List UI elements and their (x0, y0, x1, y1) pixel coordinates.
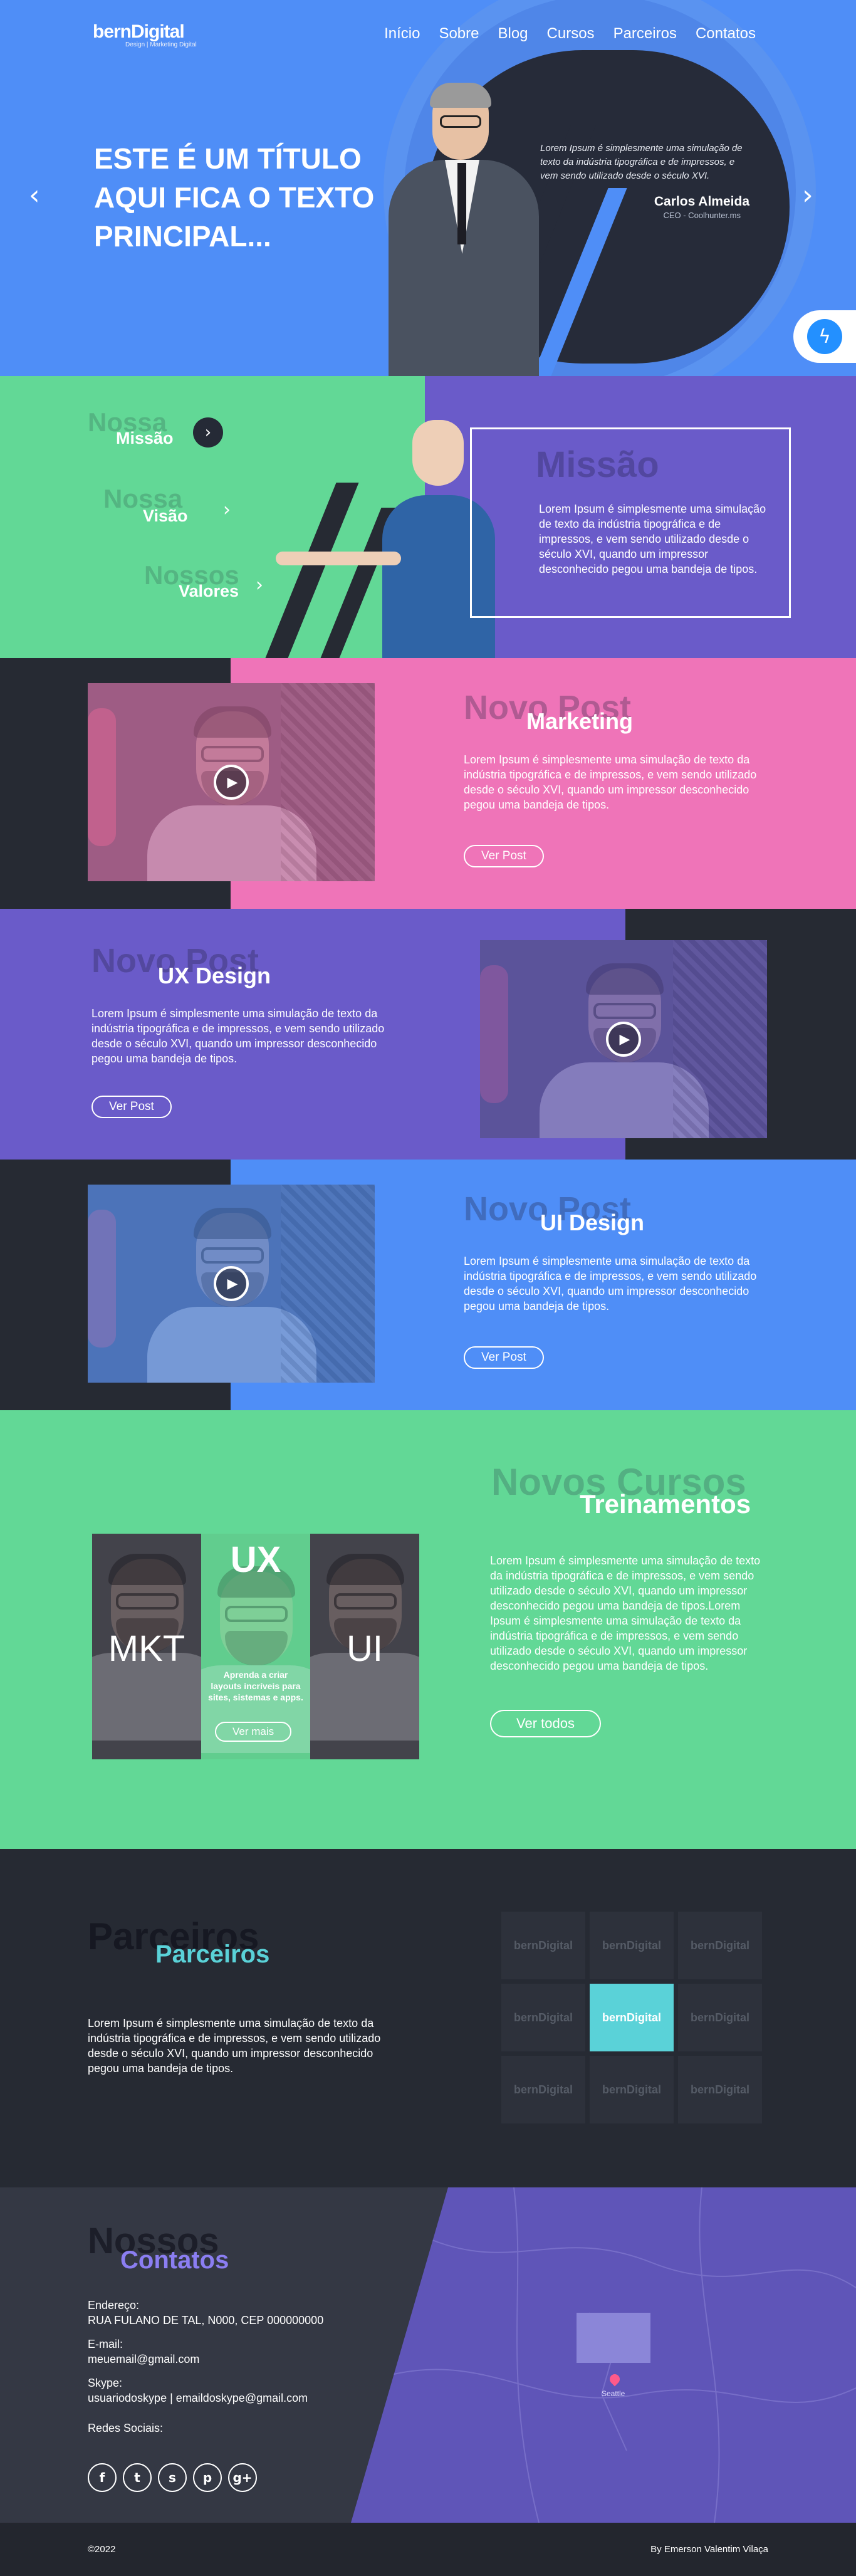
course-card-ui[interactable]: UI (310, 1534, 419, 1759)
post-text: Lorem Ipsum é simplesmente uma simulação… (464, 753, 757, 811)
chevron-right-icon[interactable]: › (256, 574, 263, 596)
chevron-left-icon[interactable]: ‹ (29, 179, 40, 211)
partners-title: Parceiros (155, 1940, 270, 1968)
map-info-card (577, 2313, 650, 2363)
messenger-button[interactable]: ϟ (793, 310, 856, 363)
course-card-ux[interactable]: UX Aprenda a criar layouts incríveis par… (201, 1534, 310, 1759)
address-value: RUA FULANO DE TAL, N000, CEP 000000000 (88, 2314, 324, 2327)
footer-copyright: ©2022 (88, 2544, 116, 2555)
post-text: Lorem Ipsum é simplesmente uma simulação… (464, 1255, 757, 1312)
post-video[interactable]: ▶ (88, 683, 375, 881)
logo-text: bernDigital (93, 21, 185, 42)
mission-section: Nossa Missão › Nossa Visão › Nossos Valo… (0, 376, 856, 658)
ver-mais-button[interactable]: Ver mais (215, 1722, 292, 1742)
hero-section: bernDigital Design | Marketing Digital I… (0, 0, 856, 376)
partner-logo-active[interactable]: bernDigital (590, 1984, 674, 2051)
hero-person-image (389, 83, 545, 376)
map-city-label: Seattle (602, 2389, 625, 2398)
partner-logo[interactable]: bernDigital (678, 1984, 762, 2051)
mission-item-missao[interactable]: Missão (116, 429, 174, 448)
nav-link-cursos[interactable]: Cursos (547, 25, 595, 43)
contact-section: Seattle Nossos Contatos Endereço: RUA FU… (0, 2187, 856, 2523)
share-icon[interactable]: s (158, 2463, 187, 2492)
post-section-marketing: ▶ Novo Post Marketing Lorem Ipsum é simp… (0, 658, 856, 909)
person-role: CEO - Coolhunter.ms (663, 211, 741, 220)
play-icon[interactable]: ▶ (214, 1266, 249, 1301)
email-value[interactable]: meuemail@gmail.com (88, 2352, 199, 2367)
partner-logo[interactable]: bernDigital (501, 1912, 585, 1979)
main-nav: Início Sobre Blog Cursos Parceiros Conta… (384, 25, 756, 43)
course-card-label: MKT (108, 1628, 185, 1669)
mission-box-title: Missão (536, 444, 659, 485)
post-title: UI Design (540, 1210, 645, 1235)
partner-logo[interactable]: bernDigital (590, 2056, 674, 2123)
chevron-right-icon[interactable]: › (802, 179, 813, 211)
social-links: f t s p g+ (88, 2463, 257, 2492)
partners-section: Parceiros Parceiros Lorem Ipsum é simple… (0, 1849, 856, 2187)
hero-title: ESTE É UM TÍTULO AQUI FICA O TEXTO PRINC… (94, 142, 375, 253)
courses-section: MKT UX Aprenda a criar layouts incríveis… (0, 1410, 856, 1849)
partner-logo[interactable]: bernDigital (590, 1912, 674, 1979)
contact-map[interactable]: Seattle (351, 2187, 856, 2523)
twitter-icon[interactable]: t (123, 2463, 152, 2492)
ver-todos-button[interactable]: Ver todos (490, 1710, 601, 1737)
partner-logo[interactable]: bernDigital (501, 1984, 585, 2051)
mission-item-valores[interactable]: Valores (179, 582, 239, 601)
post-title: UX Design (158, 963, 271, 988)
nav-link-blog[interactable]: Blog (498, 25, 528, 43)
skype-label: Skype: (88, 2377, 123, 2389)
footer-credit: By Emerson Valentim Vilaça (650, 2544, 768, 2555)
course-card-label: UX (230, 1539, 281, 1580)
social-label: Redes Sociais: (88, 2422, 164, 2434)
partners-logo-grid: bernDigital bernDigital bernDigital bern… (501, 1912, 762, 2126)
courses-text: Lorem Ipsum é simplesmente uma simulação… (490, 1554, 761, 1672)
contact-title: Contatos (120, 2246, 229, 2274)
post-video[interactable]: ▶ (480, 940, 767, 1138)
hero-quote: Lorem Ipsum é simplesmente uma simulação… (540, 143, 743, 181)
partner-logo[interactable]: bernDigital (678, 1912, 762, 1979)
facebook-icon[interactable]: f (88, 2463, 117, 2492)
chevron-right-icon[interactable]: › (223, 499, 231, 521)
post-video[interactable]: ▶ (88, 1185, 375, 1383)
post-text: Lorem Ipsum é simplesmente uma simulação… (91, 1007, 385, 1065)
course-card-mkt[interactable]: MKT (92, 1534, 201, 1759)
play-icon[interactable]: ▶ (214, 765, 249, 800)
skype-value: usuariodoskype | emaildoskype@gmail.com (88, 2392, 308, 2404)
partner-logo[interactable]: bernDigital (678, 2056, 762, 2123)
nav-link-sobre[interactable]: Sobre (439, 25, 479, 43)
chevron-right-icon[interactable]: › (193, 417, 223, 448)
footer: ©2022 By Emerson Valentim Vilaça (0, 2523, 856, 2576)
post-section-ux: Novo Post UX Design Lorem Ipsum é simple… (0, 909, 856, 1160)
nav-link-contatos[interactable]: Contatos (696, 25, 756, 43)
mission-box-text: Lorem Ipsum é simplesmente uma simulação… (539, 503, 766, 575)
course-card-label: UI (347, 1628, 383, 1669)
ver-post-button[interactable]: Ver Post (464, 1346, 544, 1369)
person-name: Carlos Almeida (654, 194, 749, 209)
google-plus-icon[interactable]: g+ (228, 2463, 257, 2492)
play-icon[interactable]: ▶ (606, 1022, 641, 1057)
nav-link-parceiros[interactable]: Parceiros (613, 25, 677, 43)
email-label: E-mail: (88, 2338, 123, 2350)
ver-post-button[interactable]: Ver Post (464, 845, 544, 867)
post-title: Marketing (526, 708, 634, 734)
post-section-ui: ▶ Novo Post UI Design Lorem Ipsum é simp… (0, 1160, 856, 1410)
address-label: Endereço: (88, 2299, 140, 2312)
ver-post-button[interactable]: Ver Post (91, 1096, 172, 1118)
mission-item-visao[interactable]: Visão (143, 506, 188, 526)
partners-text: Lorem Ipsum é simplesmente uma simulação… (88, 2017, 381, 2075)
courses-title: Treinamentos (580, 1489, 751, 1519)
logo[interactable]: bernDigital Design | Marketing Digital (93, 21, 197, 48)
partner-logo[interactable]: bernDigital (501, 2056, 585, 2123)
logo-tagline: Design | Marketing Digital (125, 41, 197, 48)
pinterest-icon[interactable]: p (193, 2463, 222, 2492)
course-card-desc: Aprenda a criar layouts incríveis para s… (208, 1670, 303, 1702)
messenger-icon: ϟ (807, 319, 842, 354)
nav-link-inicio[interactable]: Início (384, 25, 420, 43)
